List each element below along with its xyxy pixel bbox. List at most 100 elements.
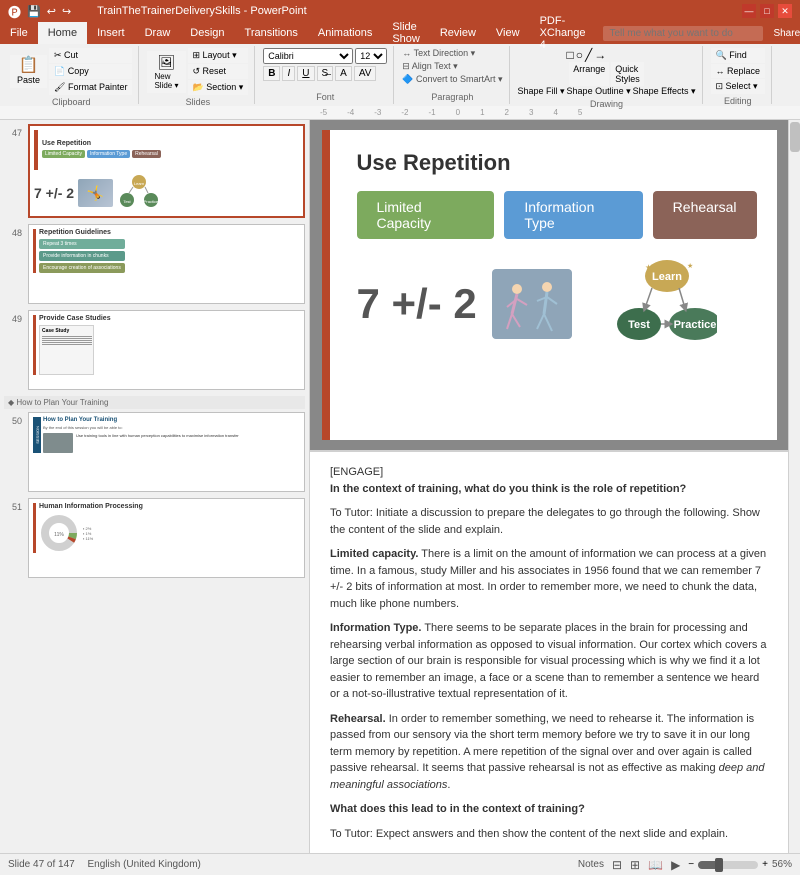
tab-file[interactable]: File bbox=[0, 22, 38, 44]
legend-11: ▪ 11% bbox=[83, 536, 93, 541]
view-reading[interactable]: 📖 bbox=[648, 858, 663, 872]
dancers-svg bbox=[492, 269, 572, 339]
scrollbar-thumb[interactable] bbox=[790, 122, 800, 152]
tab-review[interactable]: Review bbox=[430, 22, 486, 44]
tab-draw[interactable]: Draw bbox=[135, 22, 181, 44]
format-painter-button[interactable]: 🖌 Format Painter bbox=[49, 80, 132, 95]
shape-outline[interactable]: Shape Outline ▾ bbox=[567, 86, 631, 97]
find-button[interactable]: 🔍 Find bbox=[711, 48, 766, 63]
qat-redo[interactable]: ↪ bbox=[62, 5, 71, 18]
slide-thumbnail-50[interactable]: SESSION How to Plan Your Training By the… bbox=[28, 412, 305, 492]
view-normal[interactable]: ⊟ bbox=[612, 858, 622, 872]
layout-button[interactable]: ⊞ Layout ▾ bbox=[188, 48, 249, 63]
slide49-inner: Provide Case Studies Case Study bbox=[33, 315, 300, 375]
cut-button[interactable]: ✂ Cut bbox=[49, 48, 132, 63]
zoom-slider[interactable] bbox=[698, 861, 758, 869]
select-button[interactable]: ⊡ Select ▾ bbox=[711, 79, 766, 94]
slide-item-49[interactable]: 49 Provide Case Studies Case Study bbox=[4, 310, 305, 390]
slide47-header: Use Repetition Limited Capacity Informat… bbox=[34, 130, 299, 170]
shape-options: Shape Fill ▾ Shape Outline ▾ Shape Effec… bbox=[518, 86, 696, 97]
shape-fill[interactable]: Shape Fill ▾ bbox=[518, 86, 565, 97]
badge-limited: Limited Capacity bbox=[42, 150, 85, 158]
view-slide-sorter[interactable]: ⊞ bbox=[630, 858, 640, 872]
qat-undo[interactable]: ↩ bbox=[47, 5, 56, 18]
tab-view[interactable]: View bbox=[486, 22, 530, 44]
slide48-inner: Repetition Guidelines Repeat 3 times Pro… bbox=[33, 229, 300, 273]
shape-line[interactable]: ╱ bbox=[585, 48, 592, 62]
slide-item-47[interactable]: 47 Use Repetition Limited Capacity Infor… bbox=[4, 124, 305, 218]
tab-transitions[interactable]: Transitions bbox=[235, 22, 308, 44]
share-button[interactable]: Share bbox=[773, 28, 800, 39]
slide-thumbnail-49[interactable]: Provide Case Studies Case Study bbox=[28, 310, 305, 390]
underline-button[interactable]: U bbox=[297, 66, 314, 81]
badge-limited-capacity: Limited Capacity bbox=[357, 191, 495, 239]
text-shadow-button[interactable]: A bbox=[335, 66, 352, 81]
slide-thumbnail-47[interactable]: Use Repetition Limited Capacity Informat… bbox=[28, 124, 305, 218]
slide48-list: Repeat 3 times Provide information in ch… bbox=[39, 239, 125, 273]
title-bar-controls: — □ ✕ bbox=[742, 4, 792, 18]
reset-button[interactable]: ↺ Reset bbox=[188, 64, 249, 79]
zoom-in-button[interactable]: + bbox=[762, 859, 768, 870]
slide-panel[interactable]: 47 Use Repetition Limited Capacity Infor… bbox=[0, 120, 310, 853]
new-slide-button[interactable]: 🖼 NewSlide ▾ bbox=[147, 51, 185, 93]
slide-item-50[interactable]: 50 SESSION How to Plan Your Training By … bbox=[4, 412, 305, 492]
slide-item-48[interactable]: 48 Repetition Guidelines Repeat 3 times … bbox=[4, 224, 305, 304]
tab-pdf[interactable]: PDF-XChange 4 bbox=[530, 22, 596, 44]
search-input[interactable] bbox=[603, 26, 763, 41]
tab-insert[interactable]: Insert bbox=[87, 22, 135, 44]
slide47-diagram: Learn Test Practice bbox=[117, 174, 162, 212]
zoom-slider-thumb[interactable] bbox=[715, 858, 723, 872]
italic-button[interactable]: I bbox=[282, 66, 295, 81]
char-spacing-button[interactable]: AV bbox=[354, 66, 377, 81]
quick-styles-button[interactable]: QuickStyles bbox=[611, 62, 644, 86]
close-button[interactable]: ✕ bbox=[778, 4, 792, 18]
ribbon-group-editing: 🔍 Find ↔ Replace ⊡ Select ▾ Editing bbox=[705, 46, 773, 104]
drawing-label: Drawing bbox=[590, 99, 623, 109]
slide-item-51[interactable]: 51 Human Information Processing 11% bbox=[4, 498, 305, 578]
slide48-item2: Provide information in chunks bbox=[39, 251, 125, 261]
view-presenter[interactable]: ▶ bbox=[671, 858, 680, 872]
zoom-level[interactable]: 56% bbox=[772, 859, 792, 870]
slide50-session: SESSION bbox=[35, 426, 40, 444]
notes-toggle[interactable]: Notes bbox=[578, 859, 604, 870]
svg-text:Test: Test bbox=[628, 319, 650, 331]
shape-arrow[interactable]: → bbox=[594, 48, 606, 62]
qat-save[interactable]: 💾 bbox=[27, 5, 41, 18]
font-size-select[interactable]: 12 bbox=[355, 48, 387, 64]
svg-text:★: ★ bbox=[645, 263, 652, 272]
svg-text:★: ★ bbox=[687, 262, 693, 270]
tab-slideshow[interactable]: Slide Show bbox=[382, 22, 430, 44]
strikethrough-button[interactable]: S̶ bbox=[317, 66, 334, 81]
slide49-casebox: Case Study bbox=[39, 325, 94, 375]
case-line-3 bbox=[42, 340, 92, 341]
slide-thumbnail-48[interactable]: Repetition Guidelines Repeat 3 times Pro… bbox=[28, 224, 305, 304]
slides-label: Slides bbox=[186, 97, 211, 107]
shape-rect[interactable]: □ bbox=[567, 48, 574, 62]
zoom-out-button[interactable]: − bbox=[688, 859, 694, 870]
vertical-scrollbar[interactable] bbox=[788, 120, 800, 853]
notes-rehearsal-text: In order to remember something, we need … bbox=[330, 713, 765, 791]
bold-button[interactable]: B bbox=[263, 66, 280, 81]
copy-button[interactable]: 📄 Copy bbox=[49, 64, 132, 79]
notes-tutor1: To Tutor: Initiate a discussion to prepa… bbox=[330, 505, 768, 538]
paste-button[interactable]: 📋 Paste bbox=[10, 55, 47, 88]
slide-number-51: 51 bbox=[4, 498, 22, 512]
replace-button[interactable]: ↔ Replace bbox=[711, 64, 766, 78]
slide-thumbnail-51[interactable]: Human Information Processing 11% ▪ 2% ▪ … bbox=[28, 498, 305, 578]
slide-main[interactable]: Use Repetition Limited Capacity Informat… bbox=[322, 130, 777, 440]
tab-design[interactable]: Design bbox=[180, 22, 234, 44]
slide50-body: Use training tools in line with human pe… bbox=[43, 433, 300, 438]
shape-effects[interactable]: Shape Effects ▾ bbox=[633, 86, 696, 97]
section-button[interactable]: 📂 Section ▾ bbox=[188, 80, 249, 95]
shape-circle[interactable]: ○ bbox=[576, 48, 583, 62]
tab-home[interactable]: Home bbox=[38, 22, 87, 44]
minimize-button[interactable]: — bbox=[742, 4, 756, 18]
tab-animations[interactable]: Animations bbox=[308, 22, 382, 44]
arrange-button[interactable]: Arrange bbox=[569, 62, 609, 86]
font-family-select[interactable]: Calibri bbox=[263, 48, 353, 64]
slide51-chart-area: 11% ▪ 2% ▪ 1% ▪ 11% bbox=[39, 513, 143, 553]
notes-area[interactable]: [ENGAGE] In the context of training, wha… bbox=[310, 450, 788, 853]
maximize-button[interactable]: □ bbox=[760, 4, 774, 18]
slide-accent-bar bbox=[322, 130, 330, 440]
slide51-inner: Human Information Processing 11% ▪ 2% ▪ … bbox=[33, 503, 300, 553]
